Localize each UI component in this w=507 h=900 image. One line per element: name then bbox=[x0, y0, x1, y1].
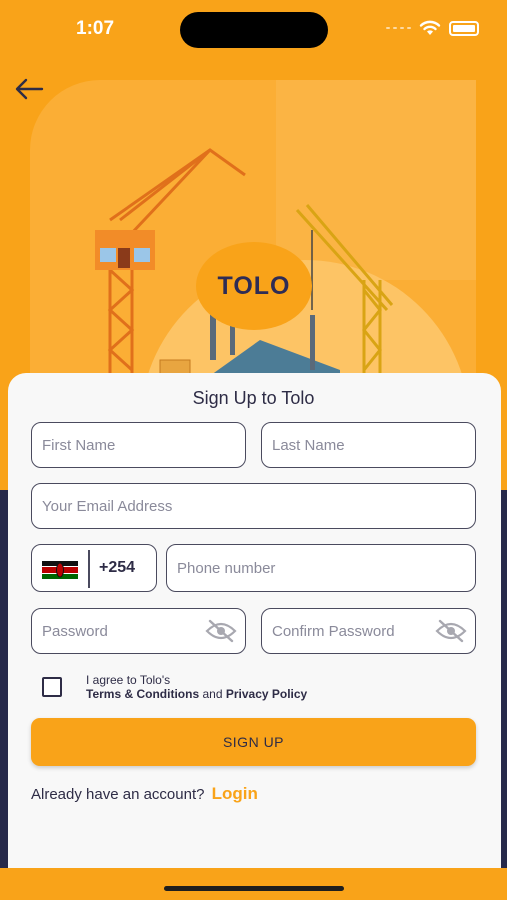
terms-checkbox[interactable] bbox=[42, 677, 62, 697]
terms-link[interactable]: Terms & Conditions bbox=[86, 687, 199, 701]
battery-icon bbox=[449, 20, 479, 36]
status-bar: 1:07 bbox=[0, 0, 507, 60]
tolo-logo: TOLO bbox=[196, 242, 312, 330]
agree-text: I agree to Tolo's bbox=[86, 673, 171, 687]
phone-field[interactable] bbox=[166, 544, 476, 592]
page-title: Sign Up to Tolo bbox=[192, 388, 315, 408]
bottom-accent-bar bbox=[0, 868, 507, 900]
have-account-text: Already have an account? bbox=[31, 786, 205, 803]
email-field[interactable] bbox=[31, 483, 476, 529]
privacy-link[interactable]: Privacy Policy bbox=[226, 687, 307, 701]
status-time: 1:07 bbox=[76, 18, 115, 39]
back-arrow-icon[interactable] bbox=[12, 74, 48, 104]
phone-input[interactable] bbox=[177, 559, 475, 577]
login-link[interactable]: Login bbox=[212, 784, 258, 803]
last-name-input[interactable] bbox=[272, 436, 475, 454]
password-input[interactable] bbox=[42, 622, 192, 640]
country-code-picker[interactable]: +254 bbox=[31, 544, 157, 592]
status-icons bbox=[386, 20, 479, 36]
signal-icon bbox=[386, 27, 411, 29]
first-name-input[interactable] bbox=[42, 436, 245, 454]
login-prompt: Already have an account? Login bbox=[31, 784, 258, 804]
hero-illustration: TOLO bbox=[30, 80, 476, 380]
agree-links: Terms & Conditions and Privacy Policy bbox=[86, 687, 307, 701]
dynamic-island bbox=[180, 12, 328, 48]
eye-off-icon[interactable] bbox=[435, 619, 467, 643]
confirm-password-input[interactable] bbox=[272, 622, 432, 640]
email-input[interactable] bbox=[42, 497, 475, 515]
country-code: +254 bbox=[99, 559, 136, 576]
kenya-flag-icon bbox=[42, 561, 78, 579]
last-name-field[interactable] bbox=[261, 422, 476, 468]
wifi-icon bbox=[419, 20, 441, 35]
password-field[interactable] bbox=[31, 608, 246, 654]
eye-off-icon[interactable] bbox=[205, 619, 237, 643]
and-text: and bbox=[202, 687, 223, 701]
first-name-field[interactable] bbox=[31, 422, 246, 468]
signup-button[interactable]: SIGN UP bbox=[31, 718, 476, 766]
home-indicator bbox=[164, 886, 344, 891]
confirm-password-field[interactable] bbox=[261, 608, 476, 654]
cc-divider bbox=[88, 550, 90, 588]
